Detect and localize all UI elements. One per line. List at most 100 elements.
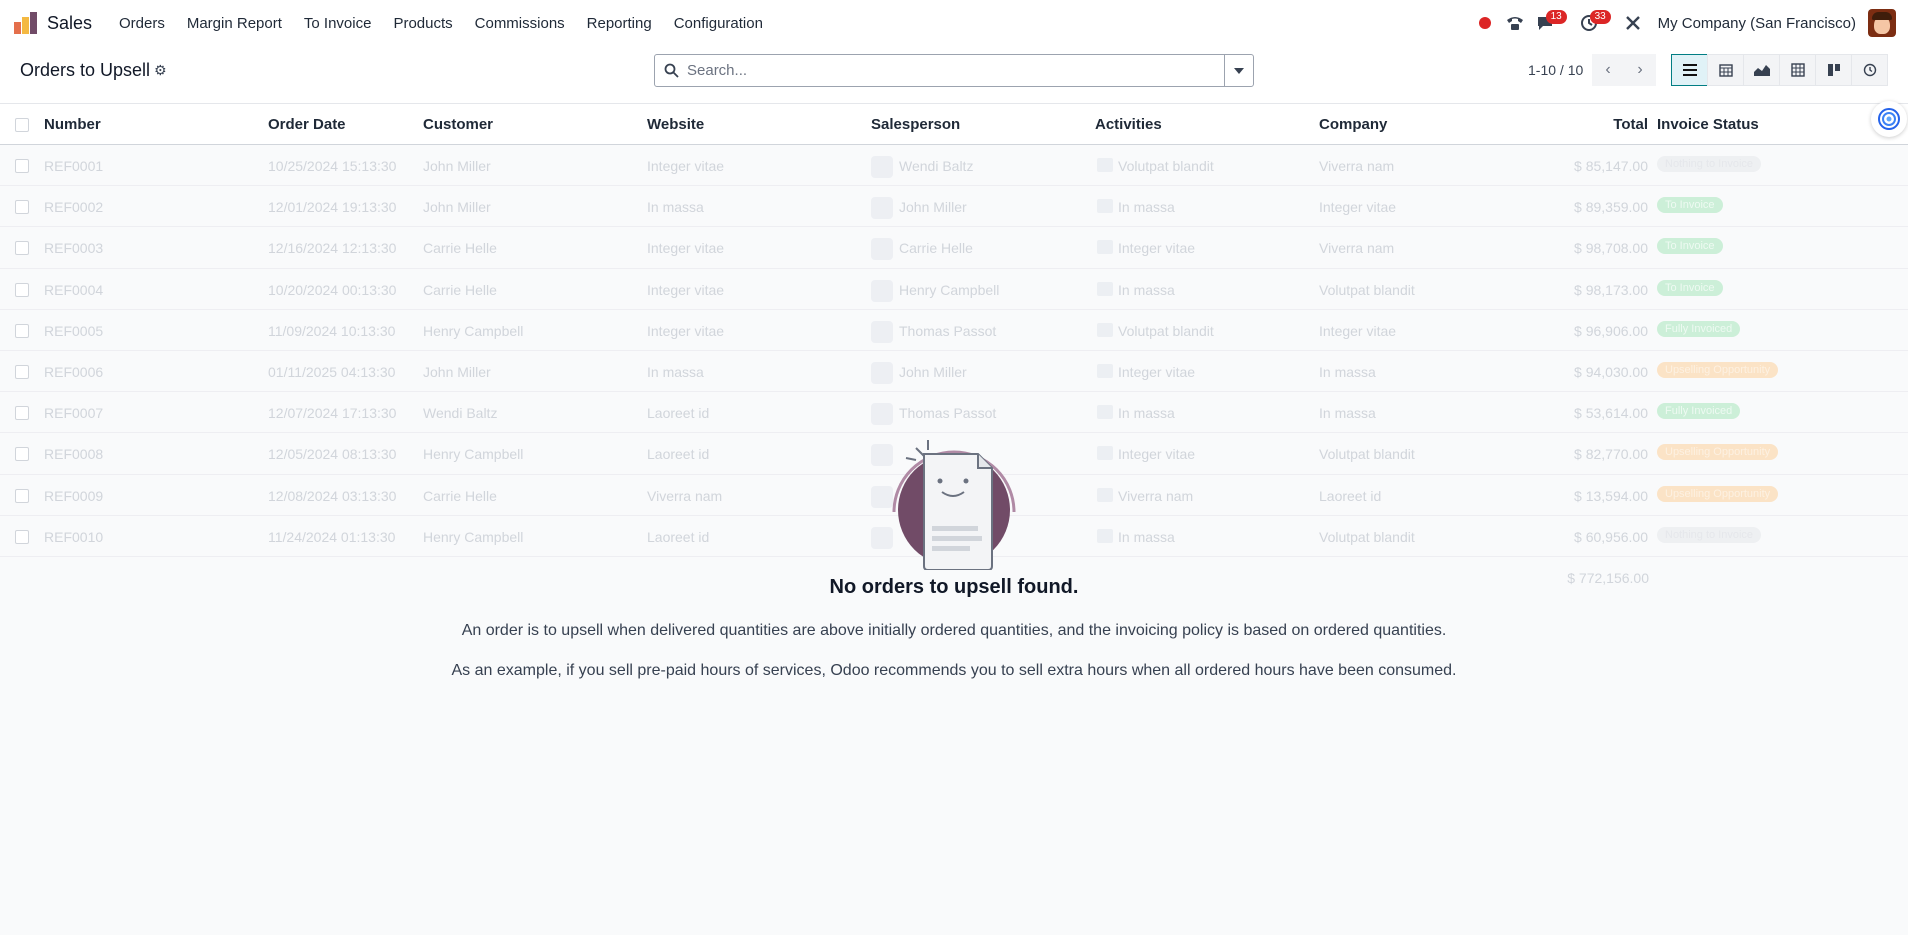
activity-view-button[interactable]	[1851, 54, 1888, 86]
cell-customer: Carrie Helle	[423, 281, 497, 298]
cell-website: In massa	[647, 363, 704, 380]
menu-orders[interactable]: Orders	[108, 15, 176, 32]
menu-margin-report[interactable]: Margin Report	[176, 15, 293, 32]
messages-icon[interactable]: 13	[1532, 0, 1567, 46]
cell-website: Laoreet id	[647, 528, 710, 545]
salesperson-avatar	[871, 238, 893, 261]
activity-icon[interactable]	[1097, 158, 1113, 172]
column-customer[interactable]: Customer	[423, 116, 493, 133]
ai-assistant-button[interactable]	[1871, 101, 1907, 137]
search-input[interactable]	[687, 62, 1224, 79]
activity-icon[interactable]	[1097, 322, 1113, 337]
column-invoice-status[interactable]: Invoice Status	[1657, 116, 1759, 133]
column-activities[interactable]: Activities	[1095, 116, 1162, 133]
activity-icon[interactable]	[1097, 405, 1113, 420]
pivot-view-button[interactable]	[1779, 54, 1816, 86]
table-row[interactable]: REF0003 12/16/2024 12:13:30 Carrie Helle In…	[0, 227, 1908, 269]
search-options-toggle[interactable]	[1224, 55, 1253, 86]
gear-icon[interactable]: ⚙	[154, 62, 167, 79]
column-website[interactable]: Website	[647, 116, 704, 133]
pager-previous-button[interactable]: ‹	[1592, 54, 1624, 86]
pager-next-button[interactable]: ›	[1624, 54, 1656, 86]
company-switcher[interactable]: My Company (San Francisco)	[1658, 15, 1856, 32]
row-checkbox[interactable]	[15, 364, 29, 379]
activity-icon[interactable]	[1097, 281, 1113, 296]
menu-configuration[interactable]: Configuration	[663, 15, 774, 32]
cell-number: REF0007	[44, 405, 104, 422]
activity-icon[interactable]	[1097, 487, 1113, 502]
cell-total: $ 89,359.00	[1574, 199, 1648, 216]
recording-icon[interactable]	[1472, 0, 1498, 46]
row-checkbox[interactable]	[15, 200, 29, 215]
invoice-status-badge: Fully Invoiced	[1657, 320, 1741, 337]
row-checkbox[interactable]	[15, 406, 29, 421]
activity-icon[interactable]	[1097, 363, 1113, 378]
cell-website: Integer vitae	[647, 158, 725, 174]
graph-view-button[interactable]	[1743, 54, 1780, 86]
cell-customer: Henry Campbell	[423, 528, 524, 545]
table-row[interactable]: REF0001 10/25/2024 15:13:30 John Miller Int…	[0, 145, 1908, 187]
view-switcher	[1671, 54, 1888, 86]
table-row[interactable]: REF0002 12/01/2024 19:13:30 John Miller In …	[0, 186, 1908, 228]
table-row[interactable]: REF0004 10/20/2024 00:13:30 Carrie Helle In…	[0, 269, 1908, 310]
row-checkbox[interactable]	[15, 282, 29, 297]
cell-salesperson: Henry Campbell	[899, 281, 1000, 298]
kanban-icon	[1827, 64, 1840, 76]
table-row[interactable]: REF0006 01/11/2025 04:13:30 John Miller In …	[0, 351, 1908, 393]
column-company[interactable]: Company	[1319, 116, 1387, 133]
menu-to-invoice[interactable]: To Invoice	[293, 15, 383, 32]
table-row[interactable]: REF0005 11/09/2024 10:13:30 Henry Campbell…	[0, 310, 1908, 351]
activity-icon[interactable]	[1097, 528, 1113, 543]
cell-salesperson: Carrie Helle	[899, 240, 973, 257]
clock-icon	[1863, 63, 1876, 77]
row-checkbox[interactable]	[15, 323, 29, 338]
column-total[interactable]: Total	[1613, 116, 1648, 133]
select-all-checkbox[interactable]	[15, 118, 29, 132]
invoice-status-badge: Upselling Opportunity	[1657, 485, 1779, 502]
cell-order-date: 10/20/2024 00:13:30	[268, 281, 397, 298]
cell-company: In massa	[1319, 363, 1376, 380]
cell-total: $ 85,147.00	[1574, 158, 1648, 174]
phone-icon[interactable]	[1502, 0, 1528, 46]
user-avatar[interactable]	[1868, 9, 1896, 37]
list-view-button[interactable]	[1671, 54, 1708, 86]
calendar-view-button[interactable]	[1707, 54, 1744, 86]
cell-activity: Viverra nam	[1118, 487, 1194, 504]
column-order-date[interactable]: Order Date	[268, 116, 346, 133]
tools-icon[interactable]	[1620, 0, 1646, 46]
menu-products[interactable]: Products	[382, 15, 463, 32]
cell-order-date: 11/24/2024 01:13:30	[268, 528, 396, 545]
invoice-status-badge: To Invoice	[1657, 279, 1723, 296]
search-icon	[655, 63, 687, 78]
systray: 13 33 My Company (San Francisco)	[1472, 0, 1908, 46]
row-checkbox[interactable]	[15, 447, 29, 462]
kanban-view-button[interactable]	[1815, 54, 1852, 86]
app-name[interactable]: Sales	[47, 13, 92, 34]
cell-customer: Henry Campbell	[423, 446, 524, 463]
row-checkbox[interactable]	[15, 529, 29, 544]
cell-total: $ 98,708.00	[1574, 240, 1648, 257]
activities-clock-icon[interactable]: 33	[1576, 0, 1611, 46]
row-checkbox[interactable]	[15, 159, 29, 173]
column-number[interactable]: Number	[44, 116, 101, 133]
cell-customer: Wendi Baltz	[423, 405, 498, 422]
pager-value[interactable]: 1-10 / 10	[1528, 62, 1583, 78]
cell-customer: Henry Campbell	[423, 322, 524, 339]
activity-icon[interactable]	[1097, 240, 1113, 255]
menu-commissions[interactable]: Commissions	[464, 15, 576, 32]
table-header: Number Order Date Customer Website Sales…	[0, 104, 1908, 145]
cell-activity: In massa	[1118, 528, 1175, 545]
cell-activity: Volutpat blandit	[1118, 322, 1214, 339]
cell-company: Viverra nam	[1319, 240, 1395, 257]
column-salesperson[interactable]: Salesperson	[871, 116, 960, 133]
menu-reporting[interactable]: Reporting	[576, 15, 663, 32]
row-checkbox[interactable]	[15, 488, 29, 503]
table-row[interactable]: REF0007 12/07/2024 17:13:30 Wendi Baltz Lao…	[0, 392, 1908, 434]
row-checkbox[interactable]	[15, 241, 29, 256]
activity-icon[interactable]	[1097, 446, 1113, 461]
sales-app-icon[interactable]	[14, 12, 38, 34]
cell-number: REF0008	[44, 446, 104, 463]
activity-icon[interactable]	[1097, 199, 1113, 214]
cell-company: Volutpat blandit	[1319, 446, 1415, 463]
caret-down-icon	[1234, 67, 1244, 74]
